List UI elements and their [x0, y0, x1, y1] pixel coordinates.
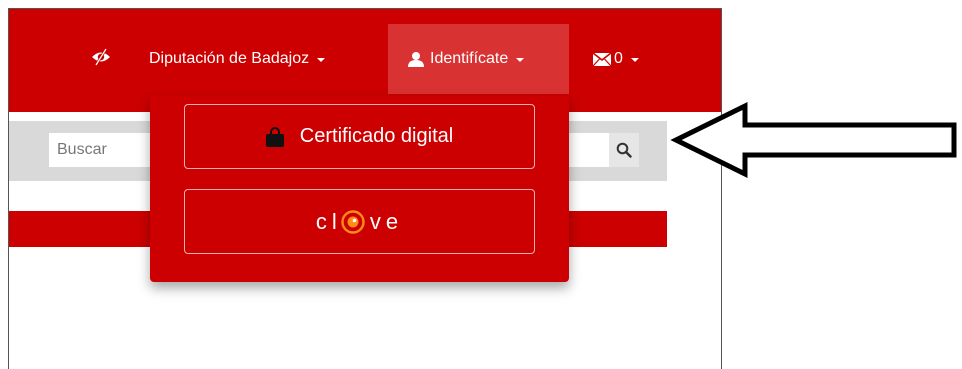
eye-slash-icon [90, 47, 112, 71]
certificate-login-label: Certificado digital [299, 125, 454, 147]
messages-count: 0 [614, 50, 623, 67]
org-menu-label: Diputación de Badajoz [149, 50, 310, 67]
clave-suffix: ve [369, 208, 404, 234]
login-dropdown-menu: Certificado digital cl ve [150, 96, 569, 282]
annotation-arrow-icon [670, 101, 957, 179]
chevron-down-icon [516, 58, 525, 62]
clave-login-button[interactable]: cl ve [184, 189, 535, 254]
lock-icon [265, 126, 284, 147]
login-menu-label: Identifícate [430, 50, 509, 67]
clave-logo-icon [340, 209, 366, 235]
chevron-down-icon [630, 58, 639, 62]
envelope-icon [593, 52, 611, 66]
certificate-login-button[interactable]: Certificado digital [184, 104, 535, 169]
search-button[interactable] [609, 133, 639, 167]
clave-prefix: cl [315, 208, 342, 234]
org-menu[interactable]: Diputación de Badajoz [139, 24, 379, 94]
search-icon [616, 142, 632, 158]
login-menu[interactable]: Identifícate [388, 24, 569, 94]
messages-menu[interactable]: 0 [587, 24, 657, 94]
accessibility-toggle[interactable] [81, 24, 121, 94]
user-icon [408, 51, 424, 67]
chevron-down-icon [317, 58, 326, 62]
browser-viewport: Diputación de Badajoz Identifícate 0 Bus… [8, 8, 722, 369]
